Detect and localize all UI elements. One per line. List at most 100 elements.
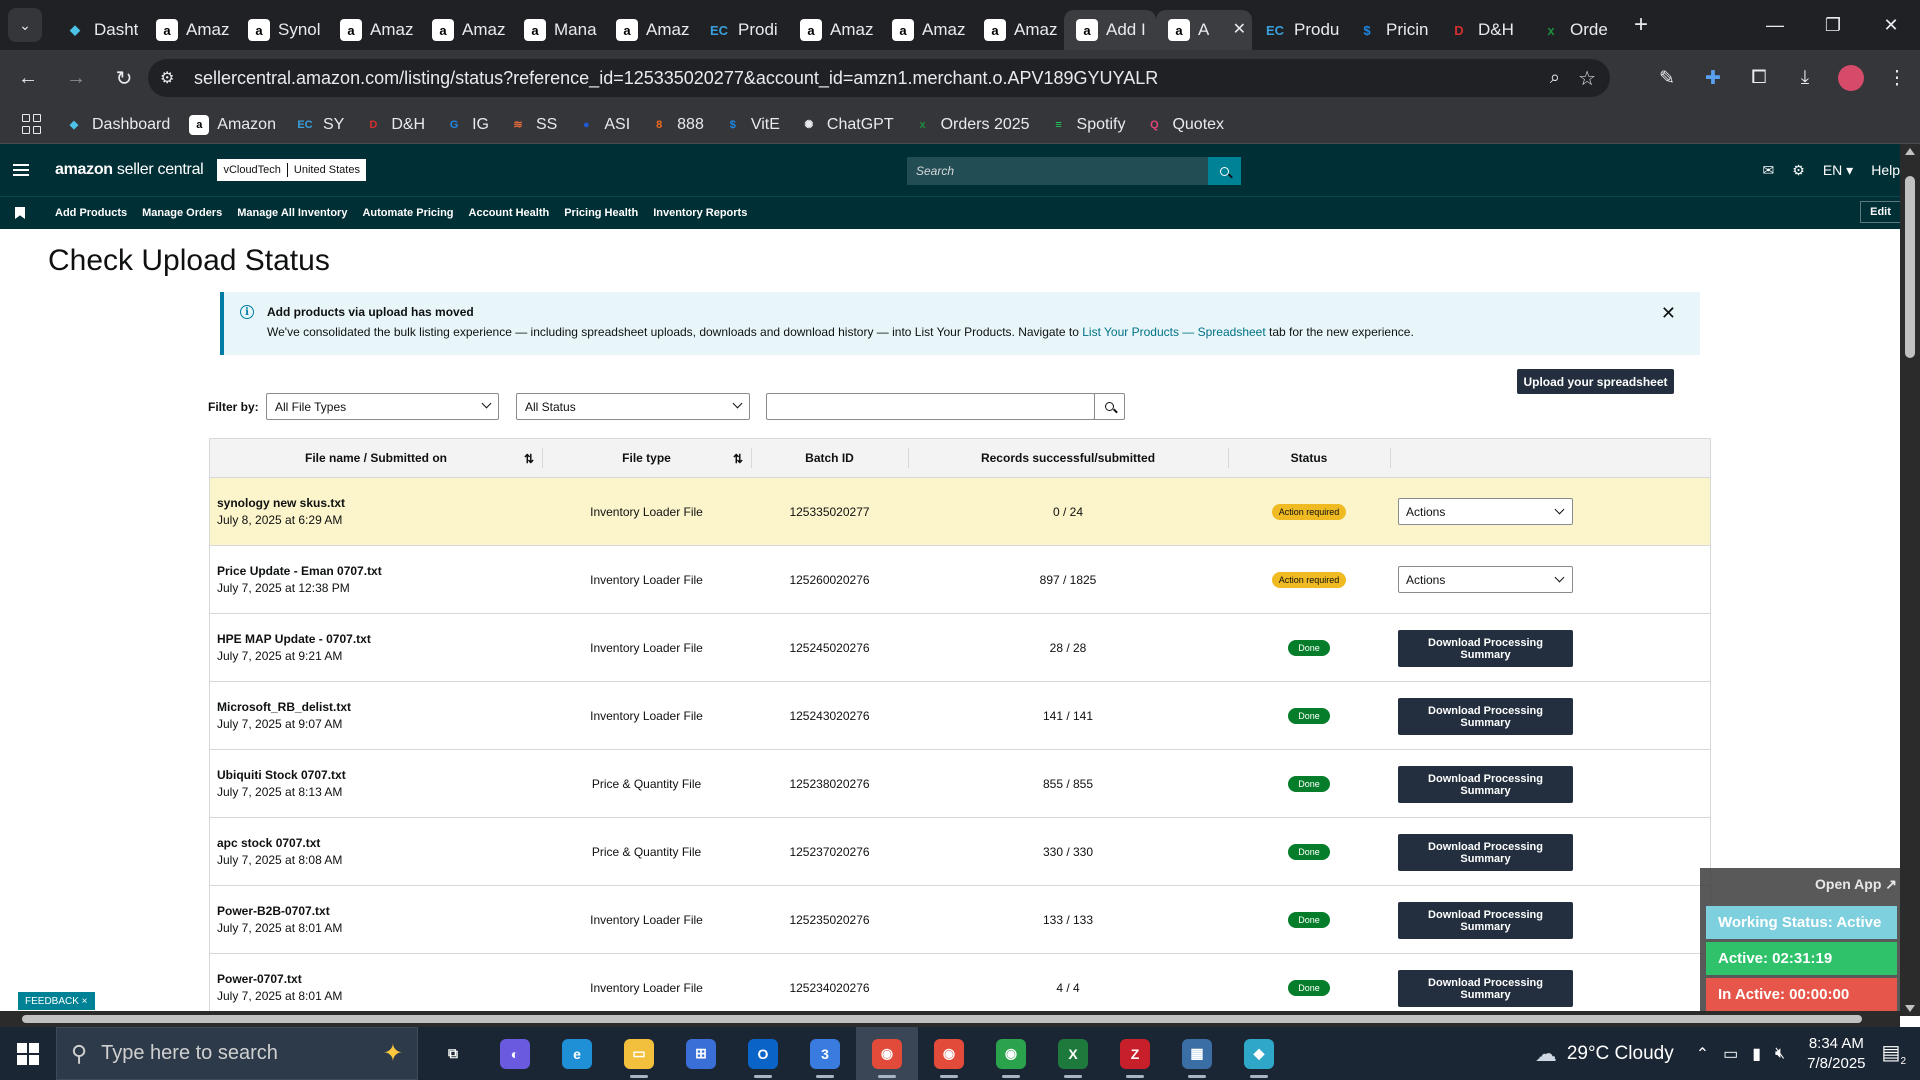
close-tab-icon[interactable]: ✕ xyxy=(1233,19,1246,39)
nav-item[interactable]: Inventory Reports xyxy=(653,207,747,219)
new-tab-icon[interactable]: + xyxy=(1634,11,1648,39)
download-icon[interactable]: ⤓ xyxy=(1782,67,1828,89)
bookmark-item[interactable]: ● ASI xyxy=(576,115,630,135)
open-app-link[interactable]: Open App ↗ xyxy=(1815,876,1897,893)
upload-spreadsheet-button[interactable]: Upload your spreadsheet xyxy=(1517,369,1674,394)
file-type-filter[interactable]: All File Types xyxy=(266,393,499,420)
taskbar-app[interactable]: Z xyxy=(1104,1027,1166,1080)
bookmark-item[interactable]: x Orders 2025 xyxy=(913,115,1030,135)
browser-tab[interactable]: a Mana xyxy=(512,10,604,50)
minimize-icon[interactable]: — xyxy=(1746,0,1804,50)
browser-tab[interactable]: a Amaz xyxy=(604,10,696,50)
nav-item[interactable]: Pricing Health xyxy=(564,207,638,219)
help-link[interactable]: Help xyxy=(1871,162,1900,178)
taskbar-app[interactable]: O xyxy=(732,1027,794,1080)
account-switcher[interactable]: vCloudTech United States xyxy=(217,159,366,181)
bookmark-item[interactable]: ≋ SS xyxy=(508,115,557,135)
browser-tab[interactable]: a Add I xyxy=(1064,10,1156,50)
nav-item[interactable]: Manage Orders xyxy=(142,207,222,219)
battery-icon[interactable]: ▮ xyxy=(1752,1044,1761,1064)
nav-item[interactable]: Account Health xyxy=(469,207,550,219)
taskbar-app[interactable]: ◉ xyxy=(980,1027,1042,1080)
seller-search-button[interactable] xyxy=(1208,157,1241,185)
extension-puzzle-blue-icon[interactable]: ✚ xyxy=(1690,67,1736,90)
bookmark-item[interactable]: ≡ Spotify xyxy=(1049,115,1125,135)
banner-close-icon[interactable]: ✕ xyxy=(1661,303,1676,324)
bookmark-star-icon[interactable]: ☆ xyxy=(1578,66,1596,91)
settings-gear-icon[interactable]: ⚙ xyxy=(1792,162,1805,179)
col-file-type[interactable]: File type ⇅ xyxy=(542,439,751,477)
browser-tab[interactable]: a Amaz xyxy=(972,10,1064,50)
sort-icon[interactable]: ⇅ xyxy=(524,452,534,466)
bookmark-item[interactable]: $ VitE xyxy=(723,115,780,135)
taskbar-app[interactable]: ◉ xyxy=(856,1027,918,1080)
chevron-up-icon[interactable]: ⌃ xyxy=(1696,1044,1709,1064)
taskbar-app[interactable]: ▦ xyxy=(1166,1027,1228,1080)
nav-item[interactable]: Manage All Inventory xyxy=(237,207,347,219)
status-filter[interactable]: All Status xyxy=(516,393,750,420)
seller-central-logo[interactable]: amazon seller central xyxy=(55,161,204,179)
edit-nav-button[interactable]: Edit xyxy=(1860,201,1900,223)
horizontal-scrollbar[interactable] xyxy=(0,1011,1900,1027)
bookmark-item[interactable]: a Amazon xyxy=(189,114,276,135)
language-selector[interactable]: EN ▾ xyxy=(1823,162,1853,179)
apps-grid-icon[interactable] xyxy=(22,113,44,136)
tab-search-menu-icon[interactable]: ⌄ xyxy=(8,8,42,42)
site-info-icon[interactable]: ⚙ xyxy=(160,68,190,88)
bookmark-icon[interactable] xyxy=(15,207,25,219)
download-processing-summary-button[interactable]: Download Processing Summary xyxy=(1398,970,1573,1007)
bookmark-item[interactable]: Q Quotex xyxy=(1144,115,1224,135)
browser-tab[interactable]: ◆ Dasht xyxy=(52,10,144,50)
taskbar-app[interactable]: e xyxy=(546,1027,608,1080)
taskbar-app[interactable]: ◉ xyxy=(918,1027,980,1080)
download-processing-summary-button[interactable]: Download Processing Summary xyxy=(1398,698,1573,735)
mail-icon[interactable]: ✉ xyxy=(1763,162,1775,179)
profile-avatar[interactable] xyxy=(1838,65,1864,91)
browser-tab[interactable]: a Amaz xyxy=(420,10,512,50)
taskbar-app[interactable]: ▭ xyxy=(608,1027,670,1080)
browser-tab[interactable]: a Amaz xyxy=(880,10,972,50)
upload-search-input[interactable] xyxy=(766,393,1095,420)
start-button[interactable] xyxy=(0,1027,56,1080)
taskbar-app[interactable]: ⊞ xyxy=(670,1027,732,1080)
weather-widget[interactable]: ☁ 29°C Cloudy xyxy=(1535,1041,1674,1067)
browser-tab[interactable]: a Amaz xyxy=(328,10,420,50)
system-clock[interactable]: 8:34 AM 7/8/2025 xyxy=(1807,1034,1865,1074)
bookmark-item[interactable]: EC SY xyxy=(295,115,344,135)
taskbar-app[interactable]: X xyxy=(1042,1027,1104,1080)
col-file-name[interactable]: File name / Submitted on ⇅ xyxy=(210,439,542,477)
browser-tab[interactable]: a A ✕ xyxy=(1156,10,1252,50)
actions-dropdown[interactable]: Actions xyxy=(1398,566,1573,593)
close-window-icon[interactable]: ✕ xyxy=(1862,0,1920,50)
nav-item[interactable]: Add Products xyxy=(55,207,127,219)
browser-tab[interactable]: EC Produ xyxy=(1252,10,1344,50)
download-processing-summary-button[interactable]: Download Processing Summary xyxy=(1398,766,1573,803)
browser-tab[interactable]: D D&H xyxy=(1436,10,1528,50)
zoom-icon[interactable]: ⌕ xyxy=(1550,67,1560,88)
taskbar-app[interactable]: ◐ xyxy=(484,1027,546,1080)
list-your-products-link[interactable]: List Your Products — Spreadsheet xyxy=(1082,325,1265,339)
bookmark-item[interactable]: ◆ Dashboard xyxy=(64,115,171,135)
taskbar-search[interactable]: ⚲ Type here to search ✦ xyxy=(56,1027,418,1080)
reload-icon[interactable]: ↻ xyxy=(104,58,144,98)
browser-tab[interactable]: EC Prodi xyxy=(696,10,788,50)
actions-dropdown[interactable]: Actions xyxy=(1398,498,1573,525)
bookmark-item[interactable]: ✺ ChatGPT xyxy=(799,115,893,135)
hamburger-menu-icon[interactable] xyxy=(13,164,29,176)
download-processing-summary-button[interactable]: Download Processing Summary xyxy=(1398,902,1573,939)
download-processing-summary-button[interactable]: Download Processing Summary xyxy=(1398,630,1573,667)
network-icon[interactable]: ▭ xyxy=(1723,1044,1738,1064)
feedback-button[interactable]: FEEDBACK × xyxy=(18,992,95,1010)
download-processing-summary-button[interactable]: Download Processing Summary xyxy=(1398,834,1573,871)
bookmark-item[interactable]: 8 888 xyxy=(649,115,704,135)
chrome-menu-icon[interactable]: ⋮ xyxy=(1874,67,1920,90)
bookmark-item[interactable]: D D&H xyxy=(363,115,425,135)
sort-icon[interactable]: ⇅ xyxy=(733,452,743,466)
forward-icon[interactable]: → xyxy=(56,58,96,98)
nav-item[interactable]: Automate Pricing xyxy=(362,207,453,219)
seller-search-input[interactable]: Search xyxy=(907,157,1151,185)
back-icon[interactable]: ← xyxy=(8,58,48,98)
upload-search-button[interactable] xyxy=(1094,393,1125,420)
vertical-scrollbar[interactable] xyxy=(1900,144,1920,1016)
taskbar-app[interactable]: 3 xyxy=(794,1027,856,1080)
